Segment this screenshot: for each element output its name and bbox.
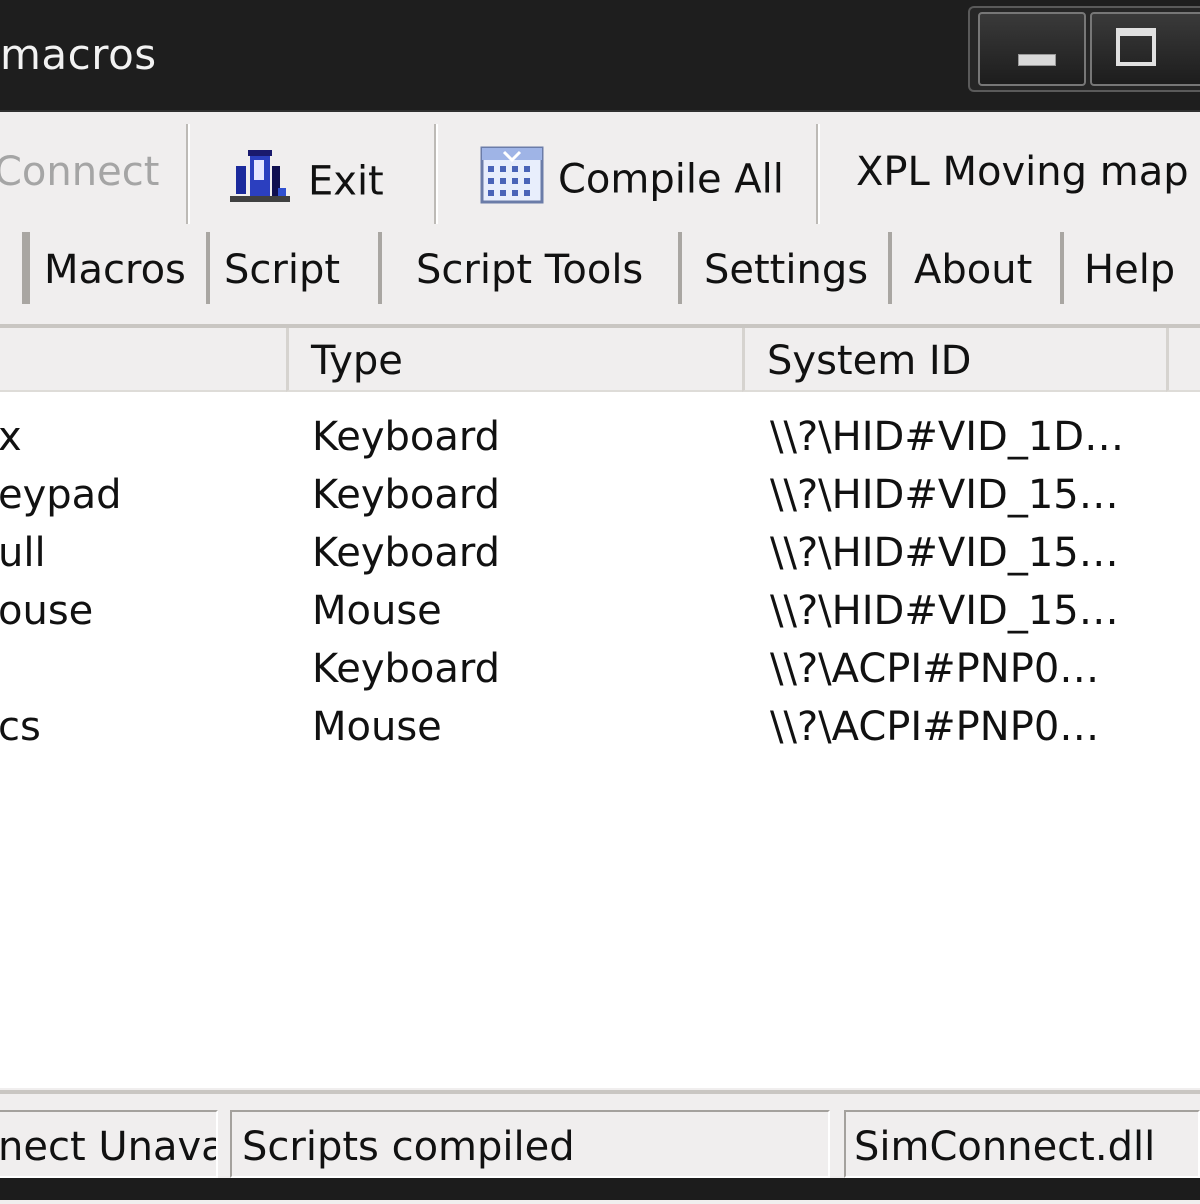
compile-all-button[interactable]: Compile All (480, 146, 784, 217)
column-header-label: System ID (767, 338, 972, 384)
table-row[interactable]: ull Keyboard \\?\HID#VID_15… (0, 524, 1200, 582)
tab-script-tools[interactable]: Script Tools (378, 232, 678, 304)
main-window-body: Connect Exit Compile All XPL Moving map … (0, 112, 1200, 1204)
tab-label: Macros (44, 247, 186, 293)
tab-label: Settings (704, 247, 869, 293)
tab-strip: Macros Script Script Tools Settings Abou… (0, 232, 1200, 310)
tab-help[interactable]: Help (1060, 232, 1200, 304)
device-type: Mouse (312, 704, 442, 750)
device-type: Keyboard (312, 414, 501, 460)
window-bottom-frame (0, 1178, 1200, 1200)
column-header-system-id[interactable]: System ID (742, 328, 1166, 392)
device-name: cs (0, 704, 41, 750)
device-system-id: \\?\ACPI#PNP0… (770, 646, 1100, 692)
device-name: x (0, 414, 22, 460)
status-panel-scripts: Scripts compiled (230, 1110, 830, 1178)
minimize-icon (1018, 54, 1056, 66)
status-text: nect Unava (0, 1124, 218, 1170)
title-bar: macros (0, 0, 1200, 112)
toolbar: Connect Exit Compile All XPL Moving map (0, 112, 1200, 224)
device-system-id: \\?\HID#VID_1D… (770, 414, 1125, 460)
device-name: eypad (0, 472, 122, 518)
xpl-moving-map-label: XPL Moving map (856, 149, 1189, 195)
device-system-id: \\?\HID#VID_15… (770, 588, 1119, 634)
tab-previous[interactable] (0, 232, 26, 304)
connect-label: Connect (0, 149, 160, 195)
device-type: Keyboard (312, 646, 501, 692)
toolbar-separator (434, 124, 438, 224)
table-row[interactable]: cs Mouse \\?\ACPI#PNP0… (0, 698, 1200, 756)
tab-label: Script Tools (416, 247, 644, 293)
exit-door-icon (228, 146, 294, 221)
compile-all-label: Compile All (558, 156, 784, 203)
column-header-extra[interactable] (1166, 328, 1200, 392)
tab-about[interactable]: About (888, 232, 1060, 304)
window-title: macros (0, 30, 157, 79)
device-system-id: \\?\HID#VID_15… (770, 530, 1119, 576)
maximize-icon (1116, 28, 1156, 66)
exit-button[interactable]: Exit (228, 146, 384, 221)
toolbar-separator (186, 124, 190, 224)
device-type: Keyboard (312, 472, 501, 518)
device-name: ull (0, 530, 46, 576)
status-text: Scripts compiled (242, 1124, 575, 1170)
column-header-type[interactable]: Type (286, 328, 742, 392)
device-name: ouse (0, 588, 94, 634)
table-row[interactable]: eypad Keyboard \\?\HID#VID_15… (0, 466, 1200, 524)
status-panel-connection: nect Unava (0, 1110, 218, 1178)
column-header-label: Type (311, 338, 403, 384)
tab-label: Script (224, 247, 341, 293)
status-text: SimConnect.dll (854, 1124, 1156, 1170)
device-type: Keyboard (312, 530, 501, 576)
compile-grid-icon (480, 146, 544, 217)
xpl-moving-map-button[interactable]: XPL Moving map (856, 146, 1189, 198)
tab-label: Help (1084, 247, 1176, 293)
window-controls (968, 6, 1200, 92)
device-system-id: \\?\ACPI#PNP0… (770, 704, 1100, 750)
table-row[interactable]: ouse Mouse \\?\HID#VID_15… (0, 582, 1200, 640)
connect-button[interactable]: Connect (0, 146, 159, 198)
device-type: Mouse (312, 588, 442, 634)
tab-macros[interactable]: Macros (26, 232, 206, 304)
exit-label: Exit (308, 158, 384, 205)
status-panel-simconnect: SimConnect.dll (844, 1110, 1200, 1178)
table-row[interactable]: Keyboard \\?\ACPI#PNP0… (0, 640, 1200, 698)
minimize-button[interactable] (978, 12, 1086, 86)
table-row[interactable]: x Keyboard \\?\HID#VID_1D… (0, 408, 1200, 466)
maximize-button[interactable] (1090, 12, 1200, 86)
tab-label: About (914, 247, 1033, 293)
toolbar-separator (816, 124, 820, 224)
device-list[interactable]: Type System ID x Keyboard \\?\HID#VID_1D… (0, 324, 1200, 1088)
device-system-id: \\?\HID#VID_15… (770, 472, 1119, 518)
column-header-name[interactable] (0, 328, 286, 392)
tab-settings[interactable]: Settings (678, 232, 888, 304)
tab-script[interactable]: Script (206, 232, 378, 304)
